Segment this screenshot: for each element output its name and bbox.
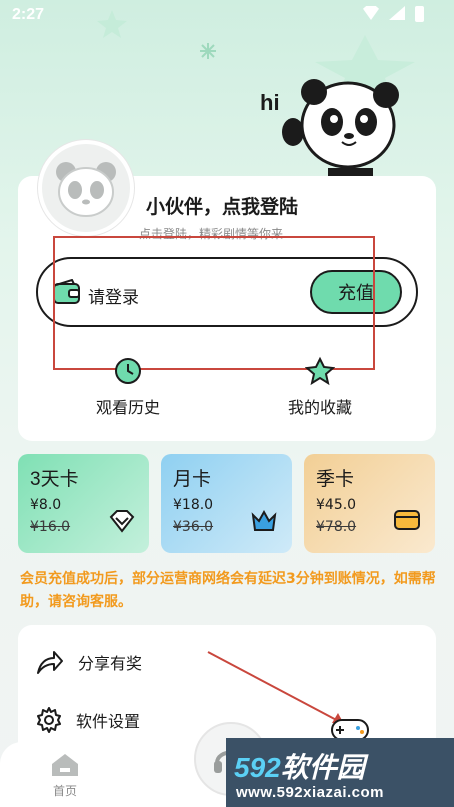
sparkle-decoration-icon	[200, 43, 216, 59]
menu-item-share[interactable]: 分享有奖	[36, 649, 142, 675]
history-icon	[115, 358, 141, 384]
home-icon	[52, 754, 78, 776]
menu-item-label: 软件设置	[76, 712, 141, 731]
tab-home[interactable]: 首页	[50, 752, 80, 799]
panda-mascot-icon: hi	[260, 79, 399, 190]
panda-avatar-icon	[56, 162, 116, 217]
plan-name: 3天卡	[30, 469, 79, 490]
diamond-icon	[109, 510, 135, 533]
plan-card-quarterly[interactable]: 季卡 ¥45.0 ¥78.0	[304, 454, 435, 553]
avatar[interactable]	[38, 140, 134, 236]
wifi-icon	[363, 6, 379, 20]
status-bar: 2:27	[0, 0, 454, 32]
tab-home-label: 首页	[52, 784, 77, 798]
watermark-brand: 592软件园	[234, 746, 365, 786]
plan-name: 月卡	[173, 469, 212, 490]
settings-icon	[37, 707, 61, 733]
watermark-url: www.592xiazai.com	[236, 784, 385, 801]
login-title[interactable]: 小伙伴，点我登陆	[146, 192, 298, 219]
menu-item-settings[interactable]: 软件设置	[36, 707, 140, 733]
recharge-notice: 会员充值成功后，部分运营商网络会有延迟3分钟到账情况，如需帮助，请咨询客服。	[20, 571, 436, 610]
watermark-brand-number: 592	[234, 752, 281, 783]
battery-icon	[415, 6, 424, 22]
plan-name: 季卡	[316, 469, 355, 490]
share-icon	[37, 651, 63, 674]
signal-icon	[389, 6, 405, 20]
card-icon	[394, 510, 420, 530]
star-decoration-icon	[97, 10, 127, 38]
plan-card-3day[interactable]: 3天卡 ¥8.0 ¥16.0	[18, 454, 149, 553]
status-time: 2:27	[12, 6, 45, 23]
favorites-icon	[305, 356, 335, 386]
watch-history-button[interactable]: 观看历史	[96, 356, 160, 418]
watermark-brand-text: 软件园	[280, 752, 365, 783]
plan-card-monthly[interactable]: 月卡 ¥18.0 ¥36.0	[161, 454, 292, 553]
crown-icon	[251, 509, 277, 531]
menu-item-label: 分享有奖	[78, 654, 143, 673]
watch-history-label: 观看历史	[96, 398, 161, 417]
mascot-greeting: hi	[260, 90, 280, 115]
my-favorites-label: 我的收藏	[288, 398, 353, 417]
watermark-banner: 592软件园 www.592xiazai.com	[226, 738, 454, 807]
my-favorites-button[interactable]: 我的收藏	[288, 356, 352, 418]
highlight-box	[53, 236, 375, 370]
